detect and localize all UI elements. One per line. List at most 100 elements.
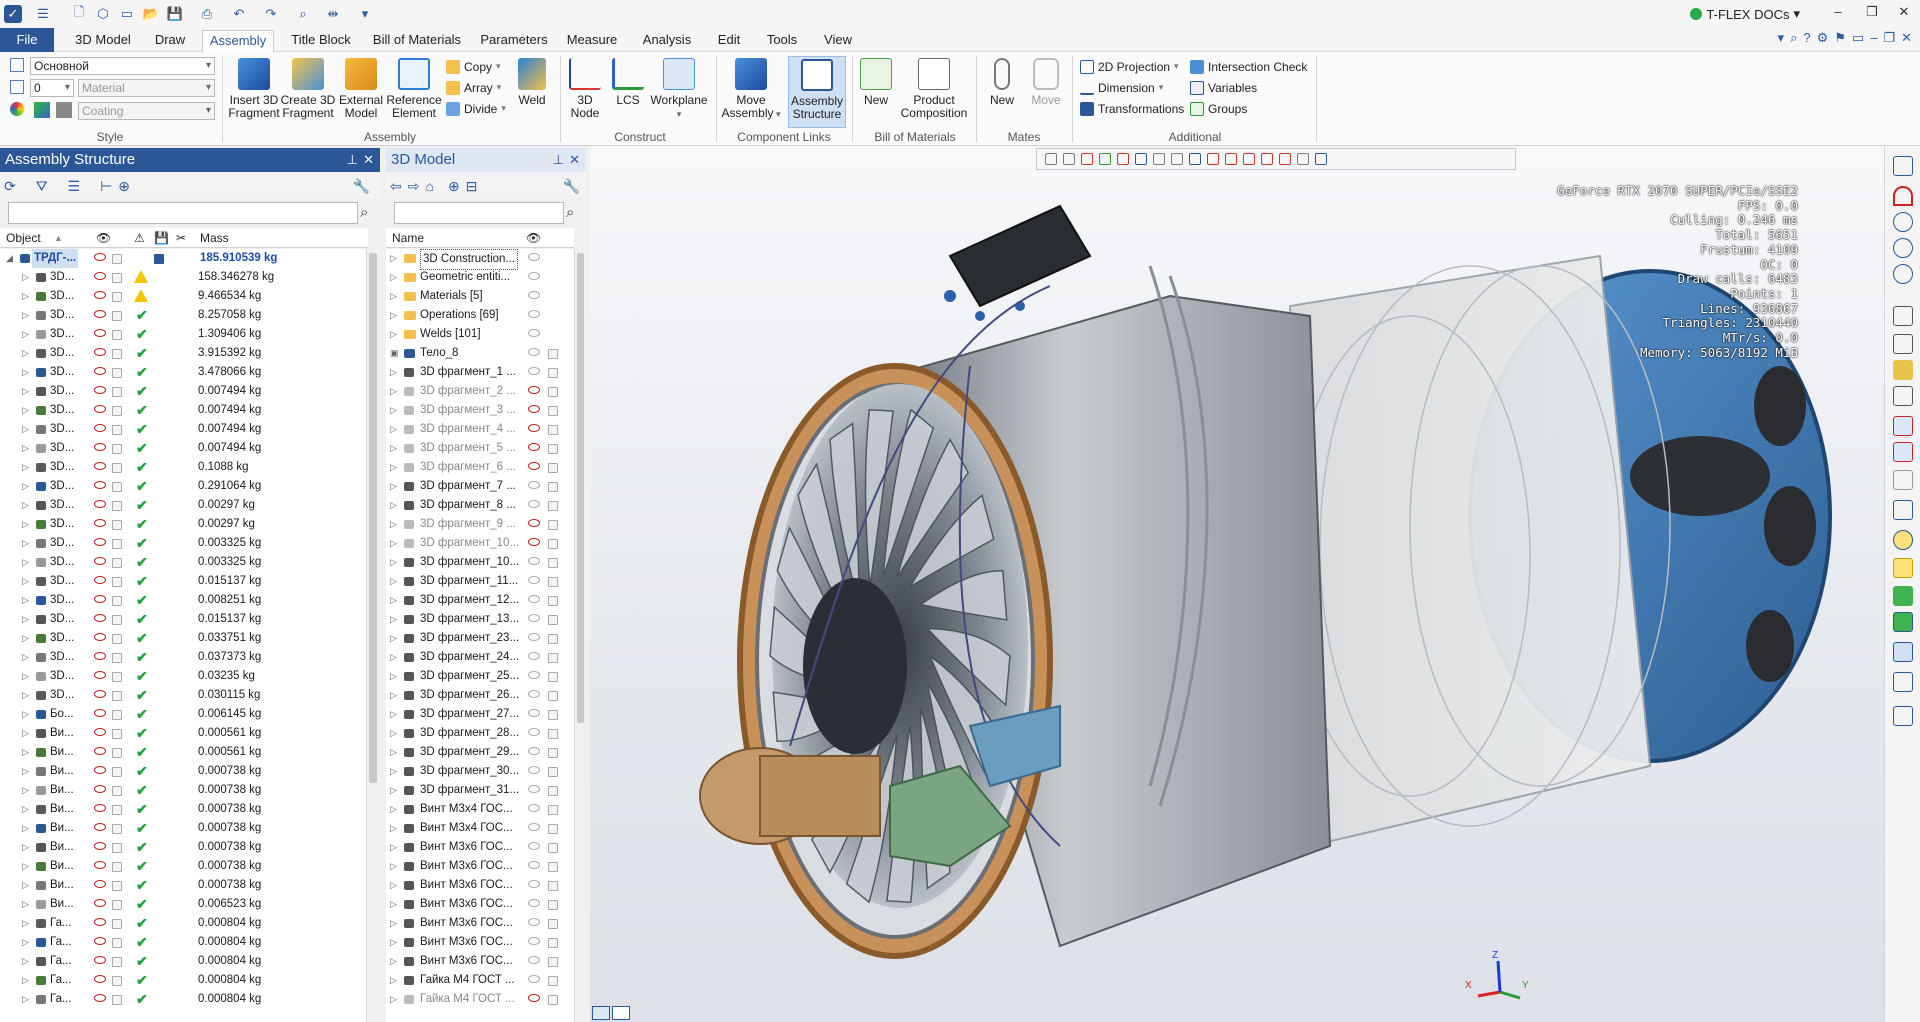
visibility-icon[interactable] <box>528 842 540 850</box>
expand-icon[interactable]: ▷ <box>390 667 397 686</box>
visibility-icon[interactable] <box>94 519 106 527</box>
model-row[interactable]: ▷ 3D фрагмент_9 ... <box>386 515 574 534</box>
lock-icon[interactable] <box>548 900 558 910</box>
visibility-icon[interactable] <box>528 272 540 280</box>
expand-icon[interactable]: ▷ <box>22 800 29 819</box>
assembly-row[interactable]: ▷ 3D... ✔ 0.033751 kg <box>0 629 366 648</box>
bom-new-button[interactable]: New <box>858 58 894 107</box>
lock-icon[interactable] <box>548 520 558 530</box>
assembly-row[interactable]: ▷ Ви... ✔ 0.000738 kg <box>0 781 366 800</box>
lock-icon[interactable] <box>112 900 122 910</box>
visibility-icon[interactable] <box>94 348 106 356</box>
assembly-scrollbar[interactable] <box>366 249 380 1022</box>
visibility-icon[interactable] <box>94 918 106 926</box>
model-row[interactable]: ▷ 3D фрагмент_24... <box>386 648 574 667</box>
settings-wrench-icon[interactable]: 🔧 <box>353 178 370 195</box>
lock-icon[interactable] <box>112 463 122 473</box>
key-icon[interactable] <box>1893 360 1913 380</box>
3d-node-button[interactable]: 3D Node <box>562 58 608 120</box>
new-file-icon[interactable]: 🗋 <box>68 4 90 24</box>
expand-icon[interactable]: ▷ <box>22 933 29 952</box>
visibility-icon[interactable] <box>528 709 540 717</box>
lock-icon[interactable] <box>548 634 558 644</box>
expand-icon[interactable]: ▷ <box>390 363 397 382</box>
model-row[interactable]: ▷ 3D фрагмент_26... <box>386 686 574 705</box>
close-panel-icon[interactable]: ✕ <box>363 148 374 172</box>
expand-icon[interactable]: ▷ <box>22 724 29 743</box>
visibility-icon[interactable] <box>94 272 106 280</box>
lock-icon[interactable] <box>548 349 558 359</box>
tflex-docs-button[interactable]: T-FLEX DOCs ▾ <box>1690 6 1800 22</box>
assembly-row[interactable]: ▷ 3D... ✔ 0.037373 kg <box>0 648 366 667</box>
expand-icon[interactable]: ▷ <box>390 800 397 819</box>
expand-icon[interactable]: ▷ <box>390 952 397 971</box>
lock-icon[interactable] <box>112 596 122 606</box>
lock-icon[interactable] <box>112 254 122 264</box>
model-row[interactable]: ▷ 3D фрагмент_30... <box>386 762 574 781</box>
model-row[interactable]: ▷ 3D фрагмент_1 ... <box>386 363 574 382</box>
lock-icon[interactable] <box>548 577 558 587</box>
lock-icon[interactable] <box>548 710 558 720</box>
visibility-icon[interactable] <box>94 595 106 603</box>
expand-icon[interactable]: ▷ <box>390 249 397 268</box>
visibility-icon[interactable] <box>528 880 540 888</box>
expand-icon[interactable]: ▷ <box>22 686 29 705</box>
visibility-icon[interactable] <box>94 709 106 717</box>
visibility-icon[interactable] <box>528 956 540 964</box>
close-panel-icon[interactable]: ✕ <box>569 148 580 172</box>
expand-icon[interactable]: ▷ <box>22 876 29 895</box>
visibility-icon[interactable] <box>528 937 540 945</box>
expand-icon[interactable]: ▷ <box>390 895 397 914</box>
expand-icon[interactable]: ▷ <box>390 686 397 705</box>
lock-icon[interactable] <box>112 444 122 454</box>
assembly-row[interactable]: ▷ 3D... ✔ 0.007494 kg <box>0 420 366 439</box>
expand-icon[interactable]: ▷ <box>22 914 29 933</box>
visibility-icon[interactable] <box>528 690 540 698</box>
assembly-row[interactable]: ▷ 3D... ✔ 0.015137 kg <box>0 572 366 591</box>
model-row[interactable]: ▷ 3D фрагмент_10... <box>386 534 574 553</box>
assembly-row[interactable]: ▷ 3D... 9.466534 kg <box>0 287 366 306</box>
array-button[interactable]: Array ▾ <box>446 79 501 96</box>
expand-icon[interactable]: ▷ <box>390 515 397 534</box>
expand-icon[interactable]: ▷ <box>22 268 29 287</box>
visibility-icon[interactable] <box>528 386 540 394</box>
expand-icon[interactable]: ▷ <box>390 971 397 990</box>
assembly-row[interactable]: ▷ 3D... ✔ 8.257058 kg <box>0 306 366 325</box>
lock-icon[interactable] <box>548 995 558 1005</box>
lock-icon[interactable] <box>548 387 558 397</box>
expand-icon[interactable]: ▷ <box>390 781 397 800</box>
expand-icon[interactable]: ▷ <box>22 819 29 838</box>
model-row[interactable]: ▷ 3D фрагмент_27... <box>386 705 574 724</box>
visibility-icon[interactable] <box>94 804 106 812</box>
expand-icon[interactable]: ▣ <box>390 344 399 363</box>
visibility-icon[interactable] <box>528 728 540 736</box>
assembly-row[interactable]: ▷ Ви... ✔ 0.000738 kg <box>0 800 366 819</box>
visibility-icon[interactable] <box>94 899 106 907</box>
lock-icon[interactable] <box>548 824 558 834</box>
visibility-icon[interactable] <box>94 747 106 755</box>
settings-wrench-icon[interactable]: 🔧 <box>563 178 580 195</box>
expand-icon[interactable]: ▷ <box>22 306 29 325</box>
visibility-icon[interactable] <box>528 291 540 299</box>
lock-icon[interactable] <box>112 501 122 511</box>
visibility-icon[interactable] <box>94 956 106 964</box>
expand-icon[interactable]: ▷ <box>22 648 29 667</box>
lock-icon[interactable] <box>112 311 122 321</box>
visibility-icon[interactable] <box>528 253 540 261</box>
model-row[interactable]: ▷ 3D фрагмент_23... <box>386 629 574 648</box>
model-row[interactable]: ▷ Materials [5] <box>386 287 574 306</box>
col-object[interactable]: Object <box>6 228 41 248</box>
zoom-window-icon[interactable] <box>1893 238 1913 258</box>
model-row[interactable]: ▷ Operations [69] <box>386 306 574 325</box>
model-row[interactable]: ▷ 3D фрагмент_7 ... <box>386 477 574 496</box>
expand-icon[interactable]: ▷ <box>390 819 397 838</box>
assembly-search-input[interactable] <box>8 202 358 224</box>
model-search-input[interactable] <box>394 202 564 224</box>
dimension-button[interactable]: Dimension ▾ <box>1080 79 1163 96</box>
expand-icon[interactable]: ▷ <box>390 420 397 439</box>
tab-tools[interactable]: Tools <box>760 30 804 52</box>
tab-analysis[interactable]: Analysis <box>636 30 698 52</box>
color-icon[interactable] <box>10 102 24 116</box>
print-icon[interactable]: ⎙ <box>196 4 218 24</box>
expand-icon[interactable]: ▷ <box>22 496 29 515</box>
